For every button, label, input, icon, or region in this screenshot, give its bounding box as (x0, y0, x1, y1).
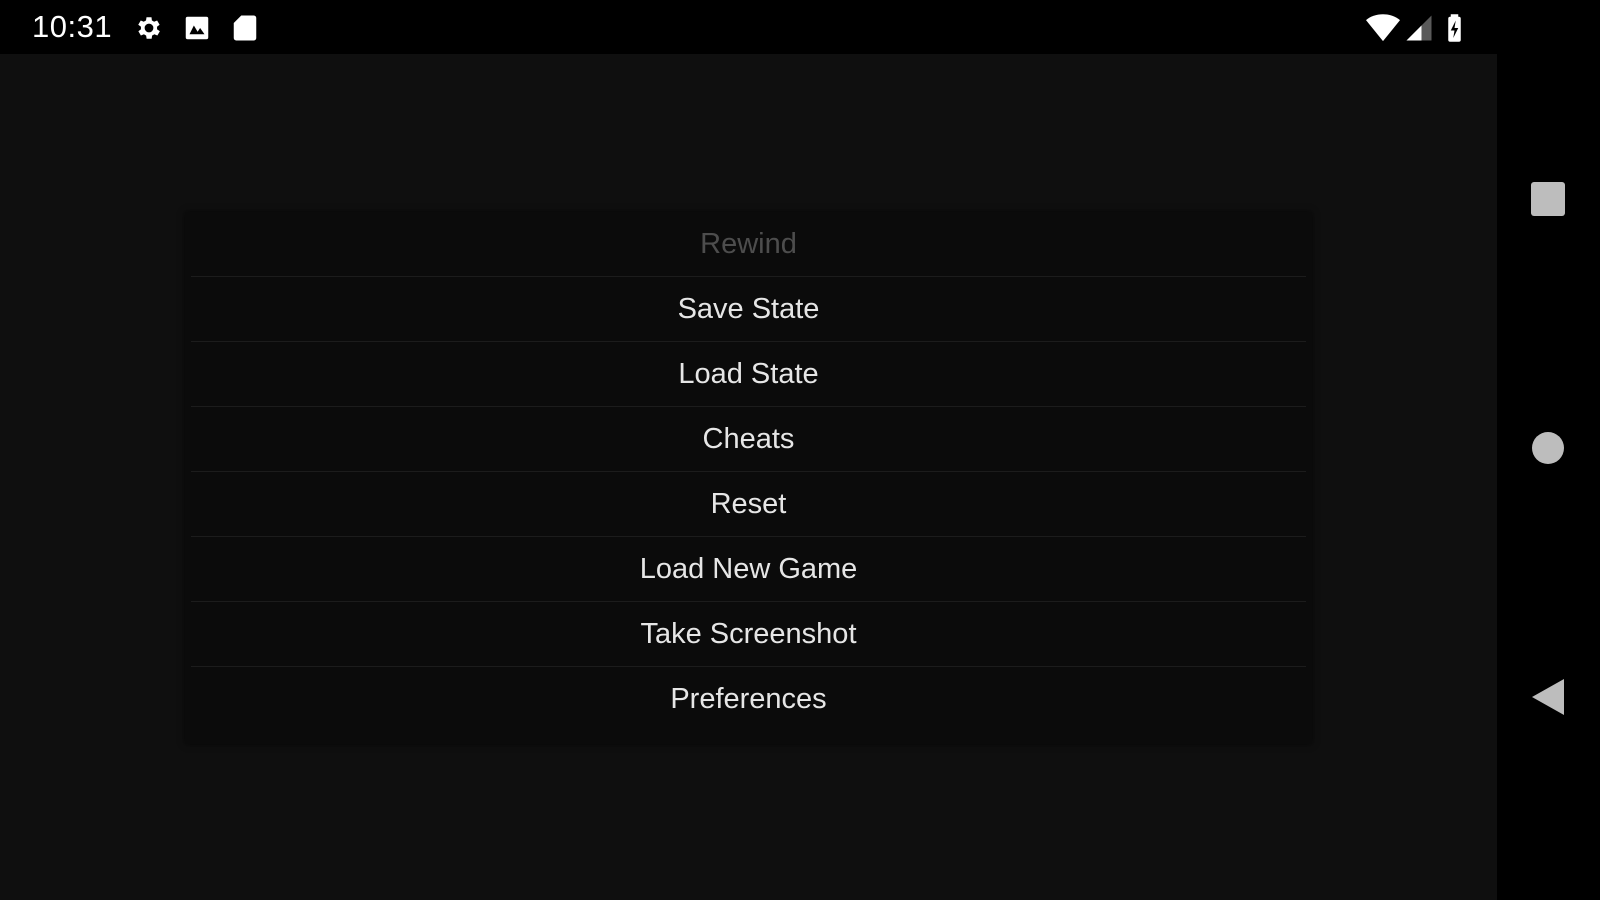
menu-item-cheats[interactable]: Cheats (185, 407, 1312, 472)
menu-item-rewind: Rewind (185, 212, 1312, 277)
back-triangle-icon (1530, 677, 1566, 722)
status-time: 10:31 (32, 9, 113, 44)
battery-icon (1442, 13, 1472, 43)
back-button[interactable] (1523, 674, 1573, 724)
recents-square-icon (1530, 181, 1566, 222)
image-notification-icon (182, 13, 212, 43)
menu-item-preferences[interactable]: Preferences (185, 667, 1312, 732)
home-circle-icon (1531, 431, 1565, 470)
cell-signal-icon (1404, 13, 1434, 43)
sd-card-icon (230, 13, 260, 43)
menu-item-take-screenshot[interactable]: Take Screenshot (185, 602, 1312, 667)
menu-list: Rewind Save State Load State Cheats Rese… (185, 212, 1312, 732)
gear-icon (134, 13, 164, 43)
wifi-icon (1366, 13, 1400, 43)
home-button[interactable] (1523, 425, 1573, 475)
game-menu-dialog: Rewind Save State Load State Cheats Rese… (185, 212, 1312, 744)
status-bar: 10:31 (0, 0, 1497, 54)
menu-item-save-state[interactable]: Save State (185, 277, 1312, 342)
android-screen: 10:31 Rewind Save State Load State Cheat… (0, 0, 1600, 900)
menu-item-load-state[interactable]: Load State (185, 342, 1312, 407)
menu-item-load-new-game[interactable]: Load New Game (185, 537, 1312, 602)
menu-item-reset[interactable]: Reset (185, 472, 1312, 537)
recents-button[interactable] (1523, 176, 1573, 226)
navigation-bar (1497, 0, 1600, 900)
